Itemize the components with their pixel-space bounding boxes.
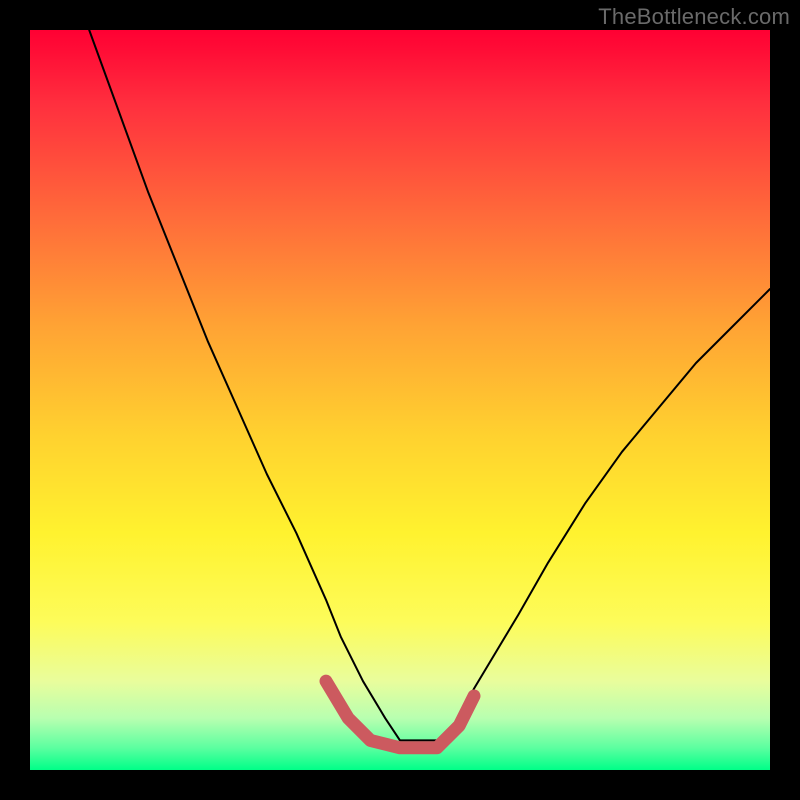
chart-frame: TheBottleneck.com xyxy=(0,0,800,800)
main-curve xyxy=(89,30,770,740)
plot-area xyxy=(30,30,770,770)
watermark-text: TheBottleneck.com xyxy=(598,4,790,30)
plot-svg xyxy=(30,30,770,770)
rounded-bottom-highlight xyxy=(326,681,474,748)
